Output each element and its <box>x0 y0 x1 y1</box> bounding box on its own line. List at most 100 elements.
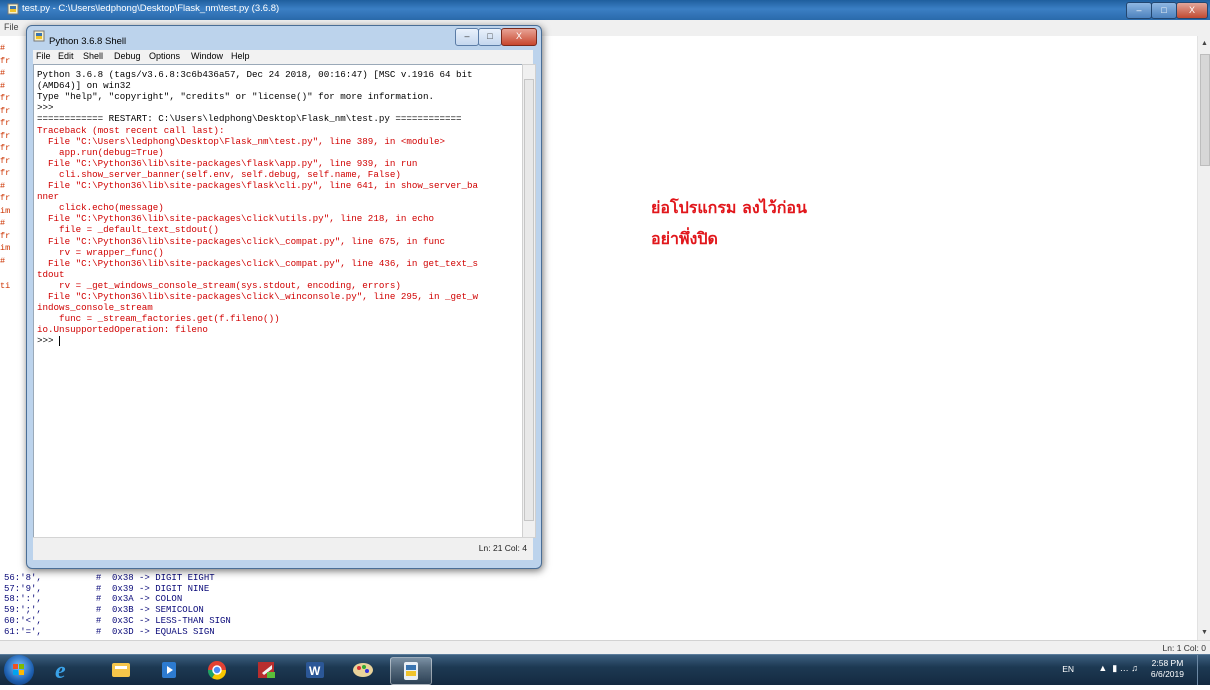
editor-minimize-button[interactable]: – <box>1126 2 1152 19</box>
traceback-line: File "C:\Python36\lib\site-packages\clic… <box>37 213 434 224</box>
shell-minimize-button[interactable]: – <box>455 28 479 46</box>
editor-vertical-scrollbar[interactable]: ▲ ▼ <box>1197 36 1210 640</box>
shell-line-text: >>> <box>37 102 60 114</box>
shell-line-text: rv = _get_windows_console_stream(sys.std… <box>37 279 401 291</box>
editor-maximize-button[interactable]: □ <box>1151 2 1177 19</box>
shell-line-text: Traceback (most recent call last): <box>37 124 225 136</box>
taskbar-explorer-button[interactable] <box>104 657 138 683</box>
shell-line-text: File "C:\Python36\lib\site-packages\flas… <box>37 157 418 169</box>
shell-menu-file[interactable]: File <box>36 51 51 61</box>
tray-icons[interactable]: ▲ ▮ … ♫ <box>1098 663 1138 674</box>
editor-margin-line: ti <box>0 280 11 291</box>
scroll-down-icon[interactable]: ▼ <box>1201 629 1208 636</box>
clock[interactable]: 2:58 PM 6/6/2019 <box>1151 658 1184 680</box>
traceback-line: File "C:\Python36\lib\site-packages\flas… <box>37 158 417 169</box>
shell-line-text: ============ RESTART: C:\Users\ledphong\… <box>37 113 462 125</box>
shell-menu-window[interactable]: Window <box>191 51 223 61</box>
shell-line: (AMD64)] on win32 <box>37 80 131 91</box>
editor-title: test.py - C:\Users\ledphong\Desktop\Flas… <box>22 3 280 14</box>
shell-vertical-scrollbar[interactable] <box>522 64 536 538</box>
editor-margin-line: fr <box>0 130 11 141</box>
traceback-line: app.run(debug=True) <box>37 147 164 158</box>
shell-statusbar: Ln: 21 Col: 4 <box>33 537 533 560</box>
shell-menu-debug[interactable]: Debug <box>114 51 141 61</box>
shell-scroll-thumb[interactable] <box>524 79 534 521</box>
shell-output-area[interactable]: Python 3.6.8 (tags/v3.6.8:3c6b436a57, De… <box>33 64 523 538</box>
editor-margin-line: fr <box>0 105 11 116</box>
traceback-line: func = _stream_factories.get(f.fileno()) <box>37 313 280 324</box>
editor-margin-line: im <box>0 205 11 216</box>
traceback-line: File "C:\Python36\lib\site-packages\clic… <box>37 291 478 302</box>
traceback-line: click.echo(message) <box>37 202 164 213</box>
shell-maximize-button[interactable]: □ <box>478 28 502 46</box>
taskbar-python-button[interactable] <box>390 657 432 685</box>
python-shell-icon <box>33 30 45 42</box>
shell-line-text: File "C:\Users\ledphong\Desktop\Flask_nm… <box>37 135 445 147</box>
signal-icon[interactable]: … <box>1120 663 1129 673</box>
editor-margin-line: fr <box>0 155 11 166</box>
taskbar-chrome-button[interactable] <box>200 657 234 683</box>
editor-code-line: 60:'<', # 0x3C -> LESS-THAN SIGN <box>4 615 231 626</box>
word-icon: W <box>306 662 324 678</box>
shell-close-button[interactable]: X <box>501 28 537 46</box>
show-hidden-icon[interactable]: ▲ <box>1098 663 1107 673</box>
shell-line-text: (AMD64)] on win32 <box>37 80 131 92</box>
traceback-line: File "C:\Python36\lib\site-packages\flas… <box>37 180 478 191</box>
traceback-line: File "C:\Users\ledphong\Desktop\Flask_nm… <box>37 136 445 147</box>
traceback-line: rv = wrapper_func() <box>37 247 164 258</box>
shell-line-text: file = _default_text_stdout() <box>37 224 219 236</box>
editor-margin-line: fr <box>0 168 11 178</box>
taskbar-media-button[interactable] <box>152 657 186 683</box>
taskbar-word-button[interactable]: W <box>294 657 336 683</box>
editor-close-button[interactable]: X <box>1176 2 1208 19</box>
editor-app-icon <box>258 662 275 678</box>
scroll-up-icon[interactable]: ▲ <box>1201 40 1208 47</box>
traceback-line: cli.show_server_banner(self.env, self.de… <box>37 169 401 180</box>
editor-margin-line: fr <box>0 55 11 66</box>
paint-icon <box>353 663 373 677</box>
svg-text:W: W <box>309 664 321 678</box>
editor-cursor-position: Ln: 1 Col: 0 <box>1162 643 1206 653</box>
editor-margin-line: # <box>0 68 6 78</box>
windows-logo-icon <box>13 664 24 675</box>
text-cursor <box>59 335 61 346</box>
system-tray: EN ▲ ▮ … ♫ 2:58 PM 6/6/2019 <box>910 655 1210 685</box>
shell-cursor-position: Ln: 21 Col: 4 <box>478 543 527 553</box>
editor-menu-file[interactable]: File <box>4 22 19 32</box>
shell-line-text: nner <box>37 191 60 203</box>
editor-margin-line: # <box>0 43 6 53</box>
editor-margin-line: im <box>0 243 11 253</box>
shell-line-text: File "C:\Python36\lib\site-packages\flas… <box>37 180 479 191</box>
shell-menu-help[interactable]: Help <box>231 51 250 61</box>
editor-titlebar[interactable]: test.py - C:\Users\ledphong\Desktop\Flas… <box>0 0 1210 20</box>
editor-margin-line: fr <box>0 93 11 103</box>
traceback-line: tdout <box>37 269 65 280</box>
traceback-line: File "C:\Python36\lib\site-packages\clic… <box>37 258 478 269</box>
network-icon[interactable]: ▮ <box>1112 663 1117 673</box>
shell-line-text: Python 3.6.8 (tags/v3.6.8:3c6b436a57, De… <box>37 69 473 80</box>
start-button[interactable] <box>4 655 34 685</box>
taskbar-ie-button[interactable]: e <box>46 657 80 684</box>
taskbar-sublime-button[interactable] <box>246 657 288 683</box>
traceback-line: rv = _get_windows_console_stream(sys.std… <box>37 280 401 291</box>
shell-menu-shell[interactable]: Shell <box>83 51 103 61</box>
editor-code-line: 56:'8', # 0x38 -> DIGIT EIGHT <box>4 573 215 583</box>
editor-code-line: 61:'=', # 0x3D -> EQUALS SIGN <box>4 626 215 637</box>
show-desktop-button[interactable] <box>1197 655 1210 685</box>
svg-text:e: e <box>55 658 66 683</box>
traceback-line: io.UnsupportedOperation: fileno <box>37 324 208 335</box>
language-indicator[interactable]: EN <box>1062 664 1074 674</box>
editor-scroll-thumb[interactable] <box>1200 54 1210 166</box>
clock-time: 2:58 PM <box>1151 658 1184 668</box>
python-shell-window[interactable]: Python 3.6.8 Shell – □ X File Edit Shell… <box>26 25 542 569</box>
shell-line-text: File "C:\Python36\lib\site-packages\clic… <box>37 213 434 225</box>
python-file-icon <box>7 3 19 15</box>
shell-line-text: indows_console_stream <box>37 302 153 314</box>
volume-icon[interactable]: ♫ <box>1131 663 1138 673</box>
shell-line-text: Type "help", "copyright", "credits" or "… <box>37 91 434 103</box>
editor-statusbar: Ln: 1 Col: 0 <box>0 640 1210 655</box>
shell-menu-options[interactable]: Options <box>149 51 180 61</box>
internet-explorer-icon: e <box>55 658 66 684</box>
shell-menu-edit[interactable]: Edit <box>58 51 74 61</box>
taskbar-paint-button[interactable] <box>342 657 384 683</box>
